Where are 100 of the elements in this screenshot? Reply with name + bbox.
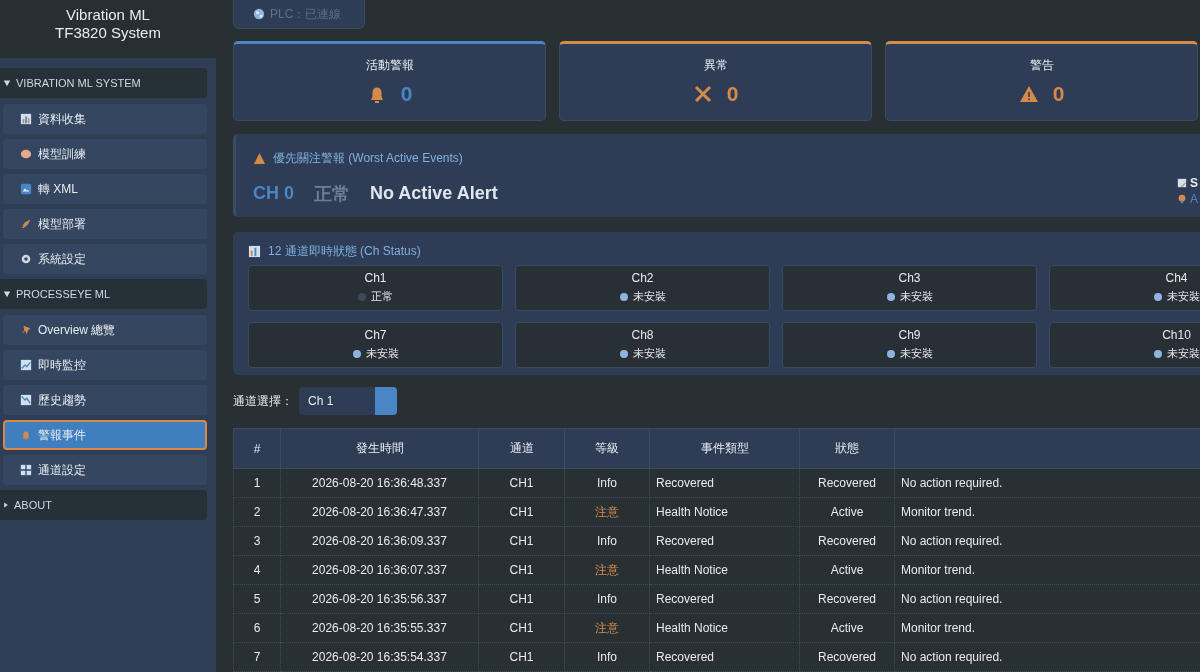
table-cell: Recovered bbox=[799, 468, 895, 498]
table-cell: 2 bbox=[233, 497, 281, 527]
trend-icon bbox=[20, 359, 32, 371]
sidebar-item[interactable]: 轉 XML bbox=[3, 174, 207, 204]
table-cell: 注意 bbox=[564, 497, 650, 527]
column-header: 事件類型 bbox=[649, 428, 800, 469]
table-cell: Health Notice bbox=[649, 555, 800, 585]
channel-name: Ch7 bbox=[364, 328, 387, 343]
caret-down-icon bbox=[3, 79, 11, 87]
table-cell: Active bbox=[799, 497, 895, 527]
table-cell: 5 bbox=[233, 584, 281, 614]
alert-detail: A bbox=[1190, 191, 1198, 206]
bulb-icon bbox=[1177, 193, 1187, 204]
alert-channel: CH 0 bbox=[253, 183, 294, 205]
channel-name: Ch2 bbox=[631, 271, 654, 286]
channel-status: 未安裝 bbox=[899, 289, 933, 305]
table-cell: 2026-08-20 16:35:54.337 bbox=[280, 642, 479, 672]
gear-icon bbox=[20, 253, 32, 265]
sidebar-item[interactable]: 警報事件 bbox=[3, 420, 207, 450]
table-cell: 注意 bbox=[564, 613, 650, 643]
table-cell: Health Notice bbox=[649, 497, 800, 527]
close-icon bbox=[692, 84, 713, 105]
channel-status: 未安裝 bbox=[1166, 346, 1200, 362]
stat-label: 警告 bbox=[1029, 57, 1054, 75]
channel-name: Ch9 bbox=[898, 328, 921, 343]
channel-name: Ch10 bbox=[1162, 328, 1191, 343]
table-cell: Info bbox=[564, 468, 650, 498]
table-cell: Recovered bbox=[799, 642, 895, 672]
table-cell: 4 bbox=[233, 555, 281, 585]
sidebar-item[interactable]: 模型部署 bbox=[3, 209, 207, 239]
warning-icon bbox=[1018, 84, 1039, 105]
table-cell: 3 bbox=[233, 526, 281, 556]
stat-label: 異常 bbox=[703, 57, 728, 75]
menu-group-header[interactable]: VIBRATION ML SYSTEM bbox=[0, 68, 207, 98]
menu-group-header[interactable]: PROCESSEYE ML bbox=[0, 279, 207, 309]
table-cell: Active bbox=[799, 555, 895, 585]
menu-group-header[interactable]: ABOUT bbox=[0, 490, 207, 520]
table-cell: CH1 bbox=[478, 555, 565, 585]
channel-status: 未安裝 bbox=[632, 346, 666, 362]
sidebar-item[interactable]: 即時監控 bbox=[3, 350, 207, 380]
globe-icon bbox=[253, 8, 265, 21]
column-header: 等級 bbox=[564, 428, 650, 469]
rocket-icon bbox=[20, 218, 32, 230]
warning-icon bbox=[253, 151, 266, 165]
channel-name: Ch8 bbox=[631, 328, 654, 343]
caret-right-icon bbox=[3, 502, 9, 508]
sidebar-item[interactable]: 模型訓練 bbox=[3, 139, 207, 169]
sidebar-item[interactable]: 通道設定 bbox=[3, 455, 207, 485]
table-cell: CH1 bbox=[478, 642, 565, 672]
table-cell: 2026-08-20 16:35:55.337 bbox=[280, 613, 479, 643]
stat-value: 0 bbox=[726, 82, 739, 107]
table-cell: 2026-08-20 16:36:47.337 bbox=[280, 497, 479, 527]
table-cell: Recovered bbox=[649, 526, 800, 556]
caret-down-icon bbox=[3, 290, 11, 298]
table-cell: CH1 bbox=[478, 468, 565, 498]
table-cell: 7 bbox=[233, 642, 281, 672]
channel-status: 未安裝 bbox=[632, 289, 666, 305]
table-cell: CH1 bbox=[478, 613, 565, 643]
table-cell: 注意 bbox=[564, 555, 650, 585]
app-title: TF3820 System bbox=[55, 24, 161, 42]
sidebar-item[interactable]: Overview 總覽 bbox=[3, 315, 207, 345]
table-cell: 2026-08-20 16:35:56.337 bbox=[280, 584, 479, 614]
alert-detail: S bbox=[1190, 175, 1198, 190]
table-cell: Recovered bbox=[649, 642, 800, 672]
table-cell: Recovered bbox=[799, 584, 895, 614]
table-cell: Active bbox=[799, 613, 895, 643]
table-cell: Info bbox=[564, 526, 650, 556]
alert-message: No Active Alert bbox=[370, 183, 498, 205]
column-header: # bbox=[233, 428, 281, 469]
document-icon bbox=[1177, 177, 1187, 188]
table-cell: CH1 bbox=[478, 497, 565, 527]
channel-status: 正常 bbox=[371, 289, 393, 305]
sidebar-item[interactable]: 資料收集 bbox=[3, 104, 207, 134]
chart-icon bbox=[248, 244, 261, 258]
channel-name: Ch3 bbox=[898, 271, 921, 286]
image-icon bbox=[20, 183, 32, 195]
stat-value: 0 bbox=[1052, 82, 1065, 107]
table-cell: 2026-08-20 16:36:07.337 bbox=[280, 555, 479, 585]
table-cell: Info bbox=[564, 642, 650, 672]
table-cell: CH1 bbox=[478, 584, 565, 614]
table-cell: Recovered bbox=[649, 468, 800, 498]
column-header: 通道 bbox=[478, 428, 565, 469]
table-cell: 6 bbox=[233, 613, 281, 643]
bell-icon bbox=[20, 429, 32, 441]
channel-select[interactable]: Ch 1 bbox=[299, 387, 397, 415]
panel-title: 12 通道即時狀態 (Ch Status) bbox=[268, 242, 421, 260]
table-cell: Recovered bbox=[799, 526, 895, 556]
table-cell: Health Notice bbox=[649, 613, 800, 643]
channel-name: Ch1 bbox=[364, 271, 387, 286]
grid-icon bbox=[20, 464, 32, 476]
channel-name: Ch4 bbox=[1165, 271, 1188, 286]
alert-state: 正常 bbox=[314, 182, 350, 206]
sidebar-item[interactable]: 歷史趨勢 bbox=[3, 385, 207, 415]
channel-status: 未安裝 bbox=[899, 346, 933, 362]
panel-title: 優先關注警報 (Worst Active Events) bbox=[273, 149, 463, 167]
table-cell: Recovered bbox=[649, 584, 800, 614]
select-label: 通道選擇： bbox=[233, 392, 293, 410]
app-title: Vibration ML bbox=[66, 6, 150, 24]
table-cell: 1 bbox=[233, 468, 281, 498]
sidebar-item[interactable]: 系統設定 bbox=[3, 244, 207, 274]
